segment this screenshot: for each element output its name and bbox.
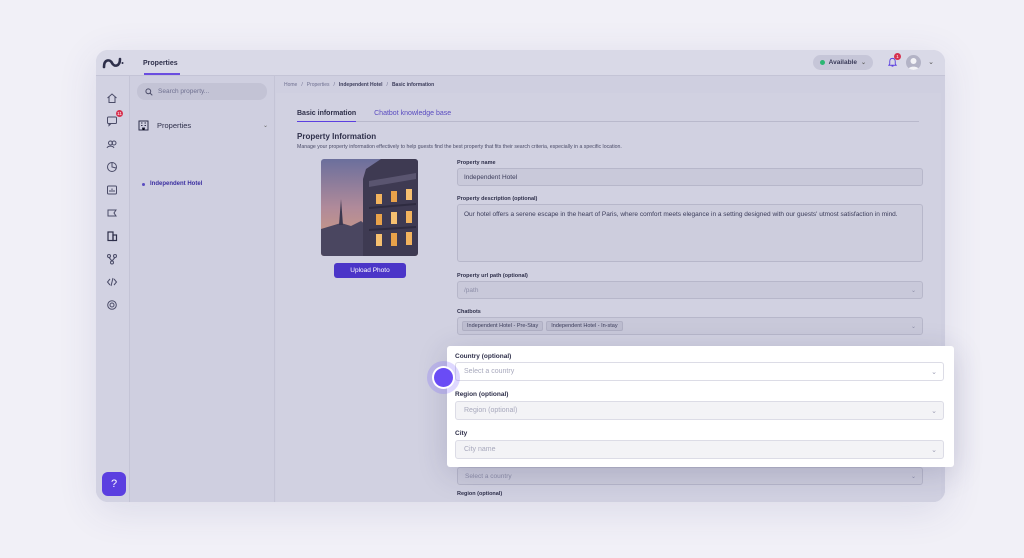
properties-section-label: Properties	[157, 121, 192, 130]
notifications-button[interactable]: 1	[886, 53, 901, 68]
region-select[interactable]: Region (optional) ⌄	[455, 401, 944, 420]
users-icon[interactable]	[105, 137, 119, 151]
chevron-down-icon[interactable]: ⌄	[928, 58, 934, 66]
help-button[interactable]: ?	[102, 472, 126, 496]
country-select-behind: Select a country ⌄	[457, 467, 923, 485]
sidebar-item-label: Independent Hotel	[150, 181, 203, 187]
bullet-icon	[142, 182, 145, 186]
tab-bar: Basic information Chatbot knowledge base	[297, 110, 919, 122]
country-placeholder: Select a country	[464, 368, 515, 375]
notification-badge: 1	[894, 53, 901, 60]
chevron-down-icon: ⌄	[860, 60, 866, 66]
active-tab-indicator	[144, 73, 180, 75]
section-description: Manage your property information effecti…	[297, 144, 622, 150]
chevron-down-icon: ⌄	[931, 407, 937, 415]
property-photo	[321, 159, 418, 256]
chatbots-multiselect[interactable]: Independent Hotel - Pre-Stay Independent…	[457, 317, 923, 335]
status-dot	[819, 60, 825, 65]
sidebar-item-independent-hotel[interactable]: Independent Hotel	[142, 181, 202, 187]
property-name-input[interactable]: Independent Hotel	[457, 168, 923, 186]
chevron-down-icon: ⌄	[910, 473, 916, 480]
chevron-down-icon: ⌄	[910, 287, 916, 294]
country-select[interactable]: Select a country ⌄	[455, 362, 944, 381]
palette-icon[interactable]	[105, 160, 119, 174]
city-placeholder: City name	[464, 446, 496, 453]
chatbots-label: Chatbots	[457, 309, 481, 315]
upload-photo-button[interactable]: Upload Photo	[334, 263, 406, 278]
properties-icon[interactable]	[105, 229, 119, 243]
analytics-icon[interactable]	[105, 183, 119, 197]
chatbot-chip[interactable]: Independent Hotel - In-stay	[546, 321, 623, 331]
property-description-textarea[interactable]: Our hotel offers a serene escape in the …	[457, 204, 923, 262]
chevron-down-icon: ⌄	[910, 323, 916, 330]
region-label: Region (optional)	[455, 391, 509, 398]
availability-dropdown[interactable]: Available ⌄	[812, 55, 873, 70]
nav-rail: 11 ?	[96, 76, 130, 502]
region-label-behind: Region (optional)	[457, 491, 503, 497]
property-url-input[interactable]: /path ⌄	[457, 281, 923, 299]
top-bar: Properties Available ⌄ 1 ⌄	[96, 50, 945, 76]
logo-icon[interactable]	[96, 50, 130, 76]
section-title: Property Information	[297, 132, 377, 141]
chevron-down-icon: ⌄	[931, 368, 937, 376]
availability-label: Available	[828, 59, 857, 66]
search-input[interactable]: Search property...	[137, 83, 267, 100]
search-icon	[145, 87, 153, 96]
breadcrumb: Home / Properties / Independent Hotel / Bas…	[284, 82, 435, 88]
breadcrumb-current: Basic information	[391, 82, 435, 88]
chevron-down-icon: ⌄	[262, 123, 268, 129]
country-label: Country (optional)	[455, 353, 512, 360]
properties-sidebar: Search property... Properties ⌄ Independ…	[131, 76, 275, 502]
avatar[interactable]	[906, 55, 921, 70]
breadcrumb-properties[interactable]: Properties	[307, 82, 330, 88]
breadcrumb-property[interactable]: Independent Hotel	[339, 82, 383, 88]
messages-icon[interactable]: 11	[105, 110, 123, 128]
tab-basic-information[interactable]: Basic information	[297, 110, 357, 122]
property-url-label: Property url path (optional)	[457, 273, 528, 279]
question-icon: ?	[110, 478, 118, 490]
city-select[interactable]: City name ⌄	[455, 440, 944, 459]
messages-badge: 11	[116, 110, 123, 117]
chatbot-chip[interactable]: Independent Hotel - Pre-Stay	[462, 321, 544, 331]
breadcrumb-home[interactable]: Home	[284, 82, 297, 88]
integrations-icon[interactable]	[105, 252, 119, 266]
property-url-placeholder: /path	[464, 286, 479, 294]
location-fields-popup: Country (optional) Select a country ⌄ Re…	[447, 346, 954, 467]
property-description-label: Property description (optional)	[457, 196, 538, 202]
home-icon[interactable]	[105, 91, 119, 105]
country-placeholder-behind: Select a country	[465, 472, 512, 480]
region-placeholder: Region (optional)	[464, 407, 518, 414]
chevron-down-icon: ⌄	[931, 446, 937, 454]
search-placeholder: Search property...	[158, 88, 210, 95]
property-description-text: Our hotel offers a serene escape in the …	[464, 211, 898, 218]
property-name-label: Property name	[457, 160, 496, 166]
code-icon[interactable]	[105, 275, 119, 289]
settings-icon[interactable]	[105, 298, 119, 312]
tab-chatbot-knowledge-base[interactable]: Chatbot knowledge base	[374, 110, 451, 122]
campaign-icon[interactable]	[105, 206, 119, 220]
city-label: City	[455, 430, 468, 437]
properties-section-toggle[interactable]: Properties ⌄	[138, 120, 268, 131]
building-icon	[138, 120, 149, 131]
cursor-indicator-icon	[427, 361, 460, 394]
